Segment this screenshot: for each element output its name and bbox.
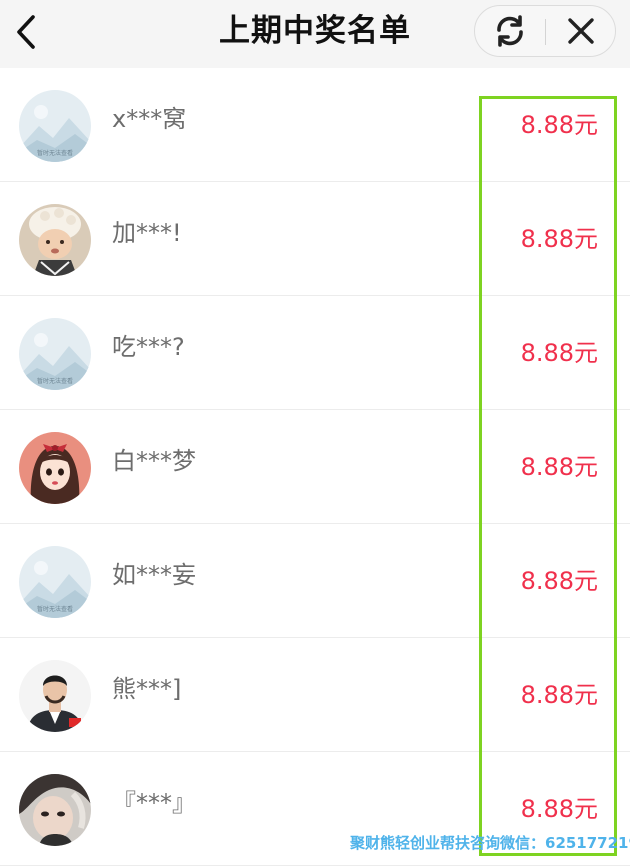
image-placeholder-icon: 暂时无法查看: [19, 546, 91, 618]
prize-amount: 8.88元: [520, 339, 598, 367]
avatar: [19, 774, 91, 846]
winner-name: 熊***]: [112, 675, 182, 703]
list-item: 暂时无法查看 如***妄 8.88元: [0, 524, 630, 638]
prize-amount: 8.88元: [520, 225, 598, 253]
list-item: 暂时无法查看 吃***? 8.88元: [0, 296, 630, 410]
avatar: [19, 204, 91, 276]
baby-photo-image: [19, 204, 91, 276]
placeholder-text: 暂时无法查看: [37, 149, 73, 157]
nav-bar: 上期中奖名单: [0, 0, 630, 68]
cartoon-girl-image: [19, 432, 91, 504]
man-suit-photo-image: [19, 660, 91, 732]
avatar: 暂时无法查看: [19, 318, 91, 390]
list-item: 暂时无法查看 x***窝 8.88元: [0, 68, 630, 182]
list-item: 白***梦 8.88元: [0, 410, 630, 524]
image-placeholder-icon: 暂时无法查看: [19, 90, 91, 162]
prize-amount: 8.88元: [520, 453, 598, 481]
prize-amount: 8.88元: [520, 111, 598, 139]
prize-amount: 8.88元: [520, 567, 598, 595]
winner-name: 『***』: [112, 789, 196, 817]
refresh-icon: [497, 15, 523, 47]
winner-list: 暂时无法查看 x***窝 8.88元 加***! 8.88元 暂时无法查看 吃*…: [0, 68, 630, 866]
close-icon: [568, 18, 594, 44]
winner-name: 白***梦: [112, 447, 196, 475]
avatar: 暂时无法查看: [19, 90, 91, 162]
refresh-button[interactable]: [475, 6, 545, 56]
mini-program-capsule: [474, 5, 616, 57]
close-button[interactable]: [546, 6, 616, 56]
watermark-text: 聚财熊轻创业帮扶咨询微信：625177219: [350, 834, 630, 852]
prize-amount: 8.88元: [520, 681, 598, 709]
image-placeholder-icon: 暂时无法查看: [19, 318, 91, 390]
winner-name: x***窝: [112, 105, 187, 133]
avatar: [19, 660, 91, 732]
list-item: 加***! 8.88元: [0, 182, 630, 296]
list-item: 熊***] 8.88元: [0, 638, 630, 752]
avatar: [19, 432, 91, 504]
winner-name: 加***!: [112, 219, 182, 247]
placeholder-text: 暂时无法查看: [37, 605, 73, 613]
placeholder-text: 暂时无法查看: [37, 377, 73, 385]
prize-amount: 8.88元: [520, 795, 598, 823]
avatar: 暂时无法查看: [19, 546, 91, 618]
portrait-photo-image: [19, 774, 91, 846]
winner-name: 吃***?: [112, 333, 185, 361]
winner-name: 如***妄: [112, 561, 196, 589]
